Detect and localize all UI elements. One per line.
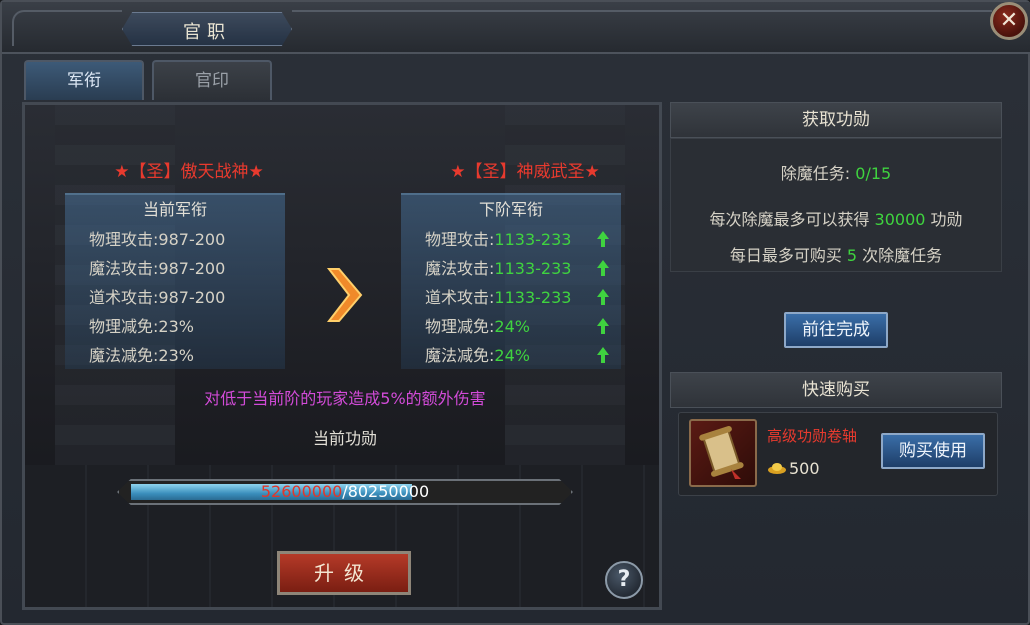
stat-row: 物理减免:24%: [401, 312, 621, 341]
close-icon: ✕: [999, 8, 1019, 33]
rank-panel: ★【圣】傲天战神★ ★【圣】神威武圣★ 当前军衔 物理攻击:987-200 魔法…: [22, 102, 662, 610]
current-merit-label: 当前功勋: [312, 429, 377, 448]
next-rank-stats: 下阶军衔 物理攻击:1133-233 魔法攻击:1133-233 道术攻击:11…: [401, 193, 621, 369]
tab-seal[interactable]: 官印: [152, 60, 272, 100]
upgrade-button[interactable]: 升级: [277, 551, 411, 595]
scroll-icon[interactable]: [689, 419, 757, 487]
window-title: 官职: [183, 22, 231, 43]
merit-progress-text: 52600000/80250000: [117, 482, 573, 501]
stat-row: 物理减免:23%: [89, 317, 194, 336]
up-arrow-icon: [597, 231, 609, 247]
stat-row: 道术攻击:987-200: [89, 288, 226, 307]
obtain-merit-header: 获取功勋: [670, 102, 1002, 138]
merit-progress-bar: 52600000/80250000: [117, 479, 573, 505]
tab-rank[interactable]: 军衔: [24, 60, 144, 100]
quick-buy-header: 快速购买: [670, 372, 1002, 408]
gold-ingot-icon: [768, 463, 786, 474]
merit-side-panel: 获取功勋 除魔任务: 0/15 每次除魔最多可以获得 30000 功勋 每日最多…: [670, 102, 1006, 502]
officer-window: 官职 ✕ 军衔 官印 ★【圣】傲天战神★ ★【圣】神威武圣★ 当前军衔 物理攻击…: [0, 0, 1030, 625]
stat-row: 道术攻击:1133-233: [401, 283, 621, 312]
current-rank-title: ★【圣】傲天战神★: [114, 162, 264, 182]
demon-task-count: 除魔任务: 0/15: [780, 164, 892, 183]
current-rank-stats: 当前军衔 物理攻击:987-200 魔法攻击:987-200 道术攻击:987-…: [65, 193, 285, 369]
up-arrow-icon: [597, 260, 609, 276]
merit-max: 80250000: [347, 482, 430, 501]
current-rank-header: 当前军衔: [142, 200, 207, 219]
shop-item: 高级功勋卷轴 500 购买使用: [678, 412, 998, 496]
title-ornament-right: [292, 10, 992, 46]
stat-row: 魔法减免:23%: [89, 346, 194, 365]
merit-per-task-text: 每次除魔最多可以获得 30000 功勋: [709, 210, 963, 229]
go-complete-button[interactable]: 前往完成: [784, 312, 888, 348]
arrow-right-icon: [326, 268, 363, 322]
stat-row: 魔法攻击:1133-233: [401, 254, 621, 283]
stat-row: 物理攻击:987-200: [89, 230, 226, 249]
daily-purchase-limit-text: 每日最多可购买 5 次除魔任务: [729, 246, 943, 265]
up-arrow-icon: [597, 347, 609, 363]
next-rank-header: 下阶军衔: [478, 200, 543, 219]
up-arrow-icon: [597, 318, 609, 334]
close-button[interactable]: ✕: [990, 2, 1028, 40]
merit-current: 52600000: [260, 482, 343, 501]
stat-row: 物理攻击:1133-233: [401, 225, 621, 254]
extra-damage-note: 对低于当前阶的玩家造成5%的额外伤害: [204, 389, 486, 408]
up-arrow-icon: [597, 289, 609, 305]
stat-row: 魔法减免:24%: [401, 341, 621, 370]
buy-use-button[interactable]: 购买使用: [881, 433, 985, 469]
title-bar: 官职: [2, 2, 1030, 54]
stat-row: 魔法攻击:987-200: [89, 259, 226, 278]
title-ornament-left: [12, 10, 122, 46]
help-icon[interactable]: ?: [605, 561, 643, 599]
item-name: 高级功勋卷轴: [767, 427, 858, 445]
item-price: 500: [789, 459, 820, 478]
next-rank-title: ★【圣】神威武圣★: [450, 162, 600, 182]
